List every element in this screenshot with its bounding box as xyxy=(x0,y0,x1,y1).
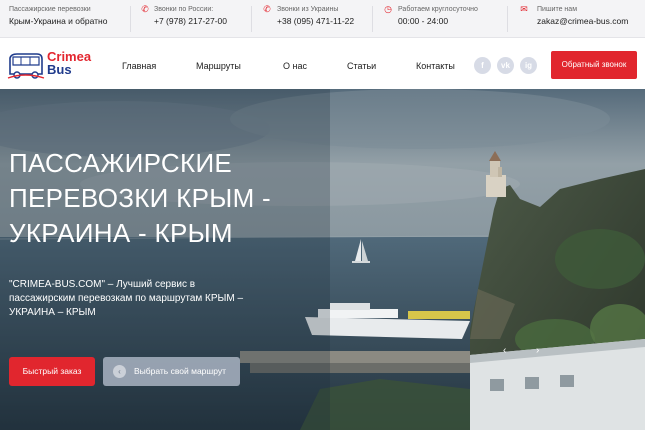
hours-value: 00:00 - 24:00 xyxy=(398,16,449,26)
email-block[interactable]: Пишите нам zakaz@crimea-bus.com xyxy=(537,5,628,33)
choose-route-label: Выбрать свой маршрут xyxy=(134,366,226,376)
bus-icon xyxy=(7,53,45,79)
mail-icon: ✉ xyxy=(520,4,528,14)
vk-icon[interactable]: vk xyxy=(497,57,514,74)
russia-phone-number[interactable]: +7 (978) 217-27-00 xyxy=(154,15,227,27)
tagline-small: Пассажирские перевозки xyxy=(9,6,91,13)
hero-title: ПАССАЖИРСКИЕ ПЕРЕВОЗКИ КРЫМ - УКРАИНА - … xyxy=(9,148,272,248)
phone-icon: ✆ xyxy=(141,4,149,14)
instagram-icon[interactable]: ig xyxy=(520,57,537,74)
hero-banner: ПАССАЖИРСКИЕ ПЕРЕВОЗКИ КРЫМ - УКРАИНА - … xyxy=(0,89,645,430)
ukraine-phone-number[interactable]: +38 (095) 471-11-22 xyxy=(277,15,354,27)
russia-phone-block[interactable]: Звонки по России: +7 (978) 217-27-00 xyxy=(154,5,227,33)
divider xyxy=(372,6,373,32)
slider-next-arrow[interactable]: › xyxy=(536,345,539,356)
logo-text: Crimea Bus xyxy=(47,50,91,76)
nav-item-routes[interactable]: Маршруты xyxy=(196,61,241,71)
quick-order-button[interactable]: Быстрый заказ xyxy=(9,357,95,386)
hero-background-image xyxy=(0,89,645,430)
nav-item-contacts[interactable]: Контакты xyxy=(416,61,455,71)
chevron-left-icon: ‹ xyxy=(113,365,126,378)
choose-route-button[interactable]: ‹ Выбрать свой маршрут xyxy=(103,357,240,386)
ukraine-phone-block[interactable]: Звонки из Украины +38 (095) 471-11-22 xyxy=(277,5,354,33)
site-logo[interactable]: Crimea Bus xyxy=(7,48,113,82)
nav-item-home[interactable]: Главная xyxy=(122,61,156,71)
logo-line-2: Bus xyxy=(47,62,72,77)
slider-prev-arrow[interactable]: ‹ xyxy=(503,345,506,356)
phone-icon: ✆ xyxy=(263,4,271,14)
top-contact-bar: Пассажирские перевозки Крым-Украина и об… xyxy=(0,0,645,38)
ukraine-phone-label: Звонки из Украины xyxy=(277,6,339,13)
nav-item-articles[interactable]: Статьи xyxy=(347,61,376,71)
divider xyxy=(130,6,131,32)
nav-item-about[interactable]: О нас xyxy=(283,61,307,71)
hero-subtitle: "CRIMEA-BUS.COM" – Лучший сервис в пасса… xyxy=(9,279,244,318)
clock-icon: ◷ xyxy=(384,4,392,14)
divider xyxy=(251,6,252,32)
callback-button[interactable]: Обратный звонок xyxy=(551,51,637,79)
hours-block: Работаем круглосуточно 00:00 - 24:00 xyxy=(398,5,478,33)
tagline: Пассажирские перевозки Крым-Украина и об… xyxy=(9,5,107,33)
divider xyxy=(507,6,508,32)
email-address[interactable]: zakaz@crimea-bus.com xyxy=(537,15,628,27)
main-navbar: Crimea Bus Главная Маршруты О нас Статьи… xyxy=(0,39,645,89)
russia-phone-label: Звонки по России: xyxy=(154,6,214,13)
email-label: Пишите нам xyxy=(537,6,578,13)
hours-label: Работаем круглосуточно xyxy=(398,6,478,13)
tagline-main: Крым-Украина и обратно xyxy=(9,16,108,26)
facebook-icon[interactable]: f xyxy=(474,57,491,74)
